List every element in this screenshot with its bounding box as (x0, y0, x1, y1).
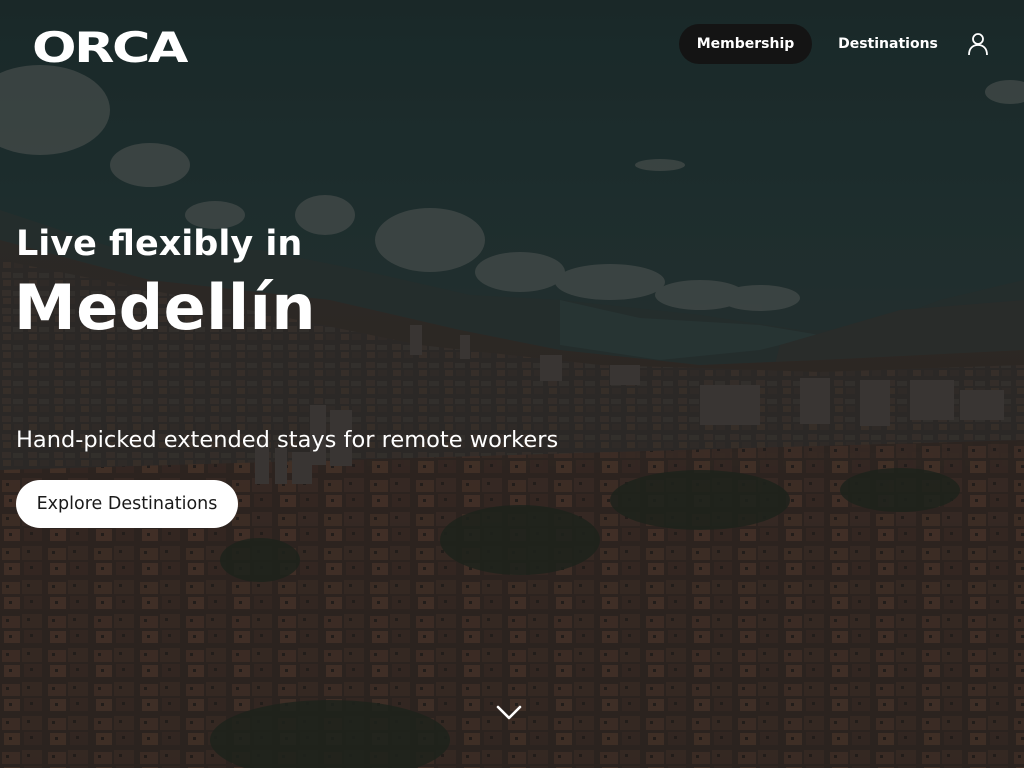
hero-tagline: Live flexibly in (16, 224, 303, 264)
svg-text:ORCA: ORCA (32, 23, 188, 66)
membership-nav-button[interactable]: Membership (679, 24, 812, 64)
hero-subtitle: Hand-picked extended stays for remote wo… (16, 427, 559, 453)
hero-section: ORCA Membership Destinations Live flexib… (0, 0, 1024, 768)
hero-background-image (0, 0, 1024, 768)
chevron-down-icon[interactable] (494, 700, 524, 726)
user-icon[interactable] (964, 30, 992, 58)
destinations-nav-link[interactable]: Destinations (826, 24, 950, 64)
explore-destinations-button[interactable]: Explore Destinations (16, 480, 238, 528)
orca-logo[interactable]: ORCA (32, 22, 188, 66)
top-navigation: ORCA Membership Destinations (0, 0, 1024, 88)
hero-city-title: Medellín (14, 271, 317, 344)
